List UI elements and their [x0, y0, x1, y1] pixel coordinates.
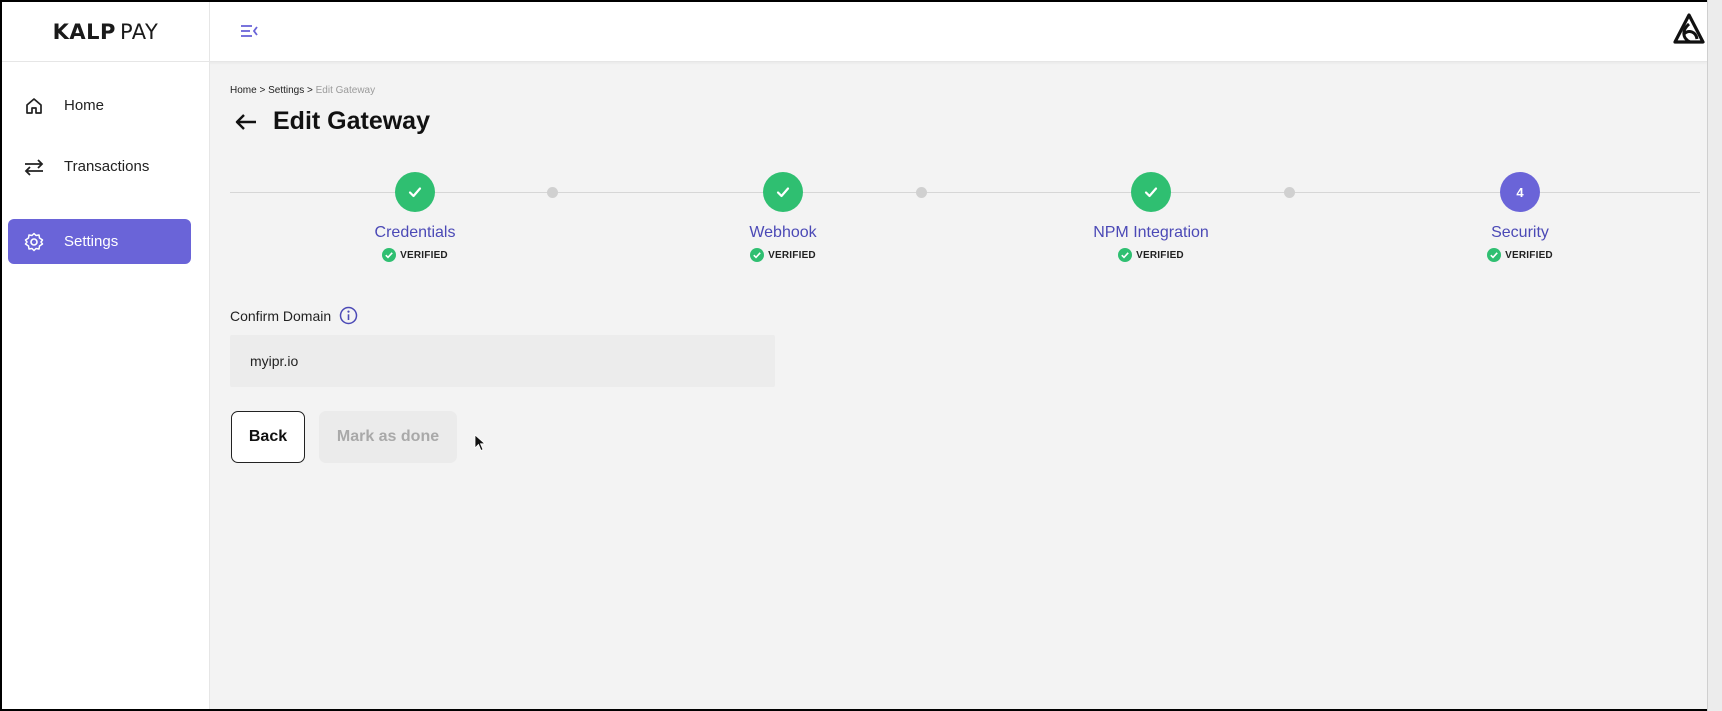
field-label-text: Confirm Domain: [230, 307, 332, 324]
step-status: VERIFIED: [683, 248, 883, 262]
check-icon: [1131, 172, 1171, 212]
app-window: KALP PAY Home Transactions Settings Home…: [2, 2, 1707, 709]
stepper-track: [230, 192, 1700, 193]
stepper-connector-dot: [547, 187, 558, 198]
mouse-cursor-icon: [474, 434, 486, 452]
step-status: VERIFIED: [1420, 248, 1620, 262]
confirm-domain-input[interactable]: [230, 335, 775, 387]
breadcrumb-separator: >: [304, 85, 316, 96]
brand-name-bold: KALP: [52, 20, 116, 44]
verified-check-icon: [750, 248, 765, 262]
step-status-text: VERIFIED: [400, 249, 448, 261]
back-button[interactable]: Back: [231, 411, 305, 463]
back-arrow-icon[interactable]: [233, 109, 259, 135]
kalp-logo-icon[interactable]: [1672, 12, 1706, 50]
step-status-text: VERIFIED: [1136, 249, 1184, 261]
step-label: Credentials: [374, 224, 456, 241]
sidebar-item-settings[interactable]: Settings: [8, 219, 191, 264]
transfer-arrows-icon: [22, 155, 46, 179]
step-status: VERIFIED: [1051, 248, 1251, 262]
step-label: Security: [1491, 224, 1549, 241]
breadcrumb: Home > Settings > Edit Gateway: [230, 85, 375, 96]
breadcrumb-home[interactable]: Home: [230, 85, 257, 96]
breadcrumb-separator: >: [256, 85, 269, 96]
mark-as-done-button[interactable]: Mark as done: [319, 411, 457, 463]
step-label: Webhook: [749, 224, 817, 241]
check-icon: [763, 172, 803, 212]
top-bar: KALP PAY: [2, 2, 1707, 62]
step-label: NPM Integration: [1093, 224, 1209, 241]
main-content: Home > Settings > Edit Gateway Edit Gate…: [211, 62, 1707, 709]
verified-check-icon: [1118, 248, 1133, 262]
window-edge: [1707, 0, 1722, 711]
step-number: 4: [1500, 172, 1540, 212]
check-icon: [395, 172, 435, 212]
verified-check-icon: [1487, 248, 1502, 262]
confirm-domain-label: Confirm Domain: [230, 306, 358, 325]
stepper-connector-dot: [1284, 187, 1295, 198]
sidebar-item-home[interactable]: Home: [8, 83, 191, 128]
stepper-connector-dot: [916, 187, 927, 198]
sidebar-item-label: Transactions: [64, 158, 150, 175]
sidebar-item-label: Home: [64, 97, 105, 114]
collapse-menu-icon[interactable]: [238, 20, 260, 42]
breadcrumb-current: Edit Gateway: [315, 85, 376, 96]
step-status-text: VERIFIED: [1505, 249, 1553, 261]
home-icon: [22, 94, 46, 118]
sidebar-item-label: Settings: [64, 233, 119, 250]
sidebar-item-transactions[interactable]: Transactions: [8, 144, 191, 189]
brand-logo[interactable]: KALP PAY: [2, 2, 210, 62]
sidebar: Home Transactions Settings: [2, 62, 210, 709]
step-status-text: VERIFIED: [768, 249, 816, 261]
breadcrumb-settings[interactable]: Settings: [268, 85, 304, 96]
brand-name-light: PAY: [119, 20, 159, 44]
verified-check-icon: [382, 248, 397, 262]
info-icon[interactable]: [339, 306, 358, 325]
page-title: Edit Gateway: [273, 107, 430, 135]
gear-icon: [22, 230, 46, 254]
step-status: VERIFIED: [315, 248, 515, 262]
